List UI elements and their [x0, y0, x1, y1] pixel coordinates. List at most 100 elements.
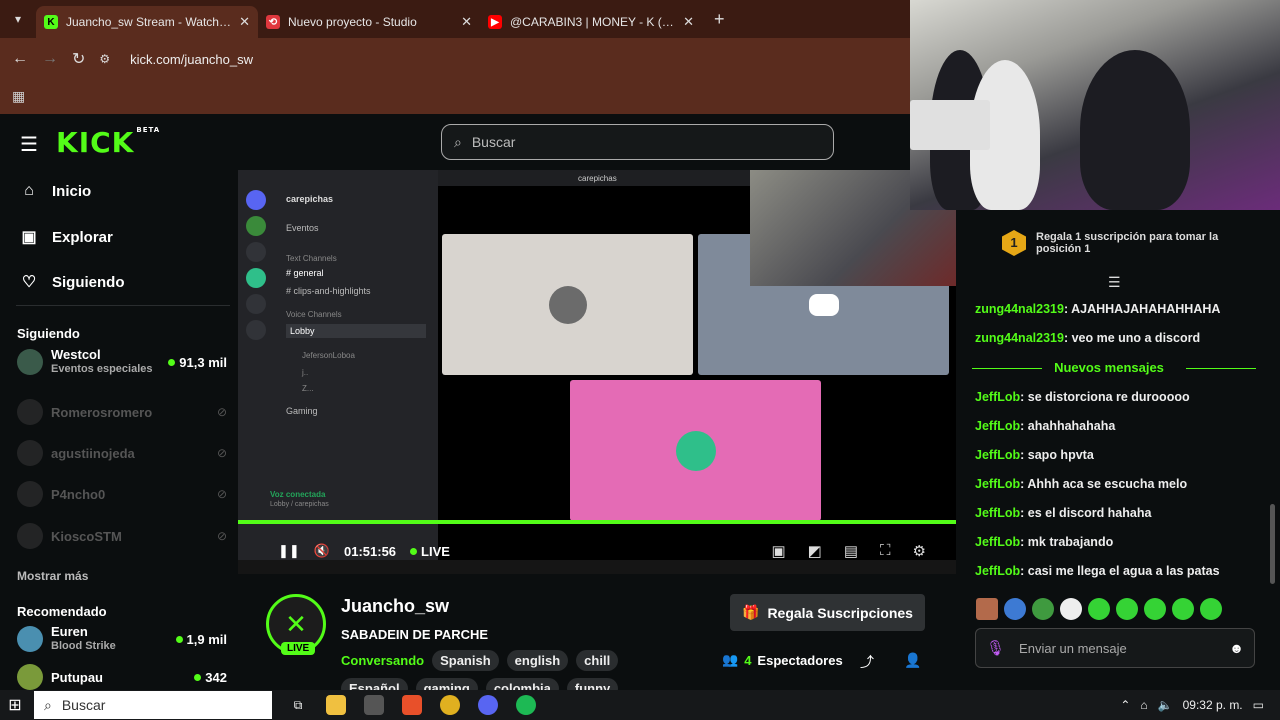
tag[interactable]: Spanish	[432, 650, 499, 671]
viewer-count: 342	[194, 670, 227, 685]
spotify-icon[interactable]	[516, 695, 536, 715]
home-icon: ⌂	[24, 182, 34, 199]
close-tab-icon[interactable]: ✕	[461, 14, 472, 30]
fullscreen-icon[interactable]: ⛶	[880, 542, 891, 560]
forward-icon[interactable]: →	[42, 50, 58, 68]
discord-sidebar: carepichas Eventos Text Channels # gener…	[238, 170, 438, 574]
chat-username[interactable]: JeffLob	[975, 448, 1020, 462]
windows-start-icon[interactable]: ⊞	[0, 690, 30, 720]
network-icon[interactable]: ⌂	[1140, 698, 1147, 712]
chat-username[interactable]: JeffLob	[975, 535, 1020, 549]
hamburger-menu-icon[interactable]: ☰	[20, 132, 38, 157]
url-field[interactable]: kick.com/juancho_sw	[130, 52, 253, 67]
brave-icon[interactable]	[402, 695, 422, 715]
mute-icon[interactable]: 🔇	[314, 543, 330, 559]
clip-icon[interactable]: ◩	[808, 542, 822, 560]
chat-username[interactable]: zung44nal2319	[975, 331, 1064, 345]
volume-icon[interactable]: 🔈	[1158, 698, 1173, 712]
chat-username[interactable]: JeffLob	[975, 564, 1020, 578]
tab-youtube[interactable]: ▶ @CARABIN3 | MONEY - K (Video) ✕	[480, 6, 702, 38]
nav-siguiendo[interactable]: ♡ Siguiendo	[20, 272, 125, 292]
following-item-westcol[interactable]: Westcol Eventos especiales 91,3 mil	[17, 344, 227, 380]
pause-icon[interactable]: ❚❚	[278, 543, 300, 559]
emote-icon[interactable]	[1172, 598, 1194, 620]
emoji-picker-icon[interactable]: ☻	[1229, 640, 1244, 656]
tab-kick[interactable]: K Juancho_sw Stream - Watch Live ✕	[36, 6, 258, 38]
tag[interactable]: english	[506, 650, 569, 671]
following-item-agustiinojeda[interactable]: agustiinojeda ⊘	[17, 435, 227, 471]
emote-icon[interactable]	[1088, 598, 1110, 620]
task-view-icon[interactable]: ⧉	[288, 695, 308, 715]
gift-subs-button[interactable]: 🎁 Regala Suscripciones	[730, 594, 925, 631]
chat-panel: 1 Regala 1 suscripción para tomar la pos…	[956, 210, 1280, 690]
emote-icon[interactable]	[1200, 598, 1222, 620]
new-tab-icon[interactable]: +	[702, 9, 725, 30]
chat-message: JeffLob: sapo hpvta	[975, 448, 1094, 462]
nav-label: Siguiendo	[52, 273, 125, 291]
address-bar: ← → ↻ ⚙ kick.com/juancho_sw	[0, 38, 910, 80]
emote-icon[interactable]	[976, 598, 998, 620]
progress-bar[interactable]	[238, 520, 956, 524]
tab-list-button[interactable]: ▾	[0, 0, 36, 38]
gift-leaderboard[interactable]: 1 Regala 1 suscripción para tomar la pos…	[1002, 230, 1262, 256]
chat-username[interactable]: JeffLob	[975, 390, 1020, 404]
video-player[interactable]: carepichas Eventos Text Channels # gener…	[238, 170, 956, 574]
nav-inicio[interactable]: ⌂ Inicio	[20, 182, 91, 200]
category-link[interactable]: Conversando	[341, 653, 424, 668]
search-input[interactable]: ⌕ Buscar	[441, 124, 834, 160]
chat-username[interactable]: zung44nal2319	[975, 302, 1064, 316]
chat-username[interactable]: JeffLob	[975, 506, 1020, 520]
recommended-item-putupau[interactable]: Putupau 342	[17, 663, 227, 691]
kick-logo[interactable]: KICK BETA	[56, 126, 160, 159]
close-tab-icon[interactable]: ✕	[683, 14, 694, 30]
system-tray: ⌃ ⌂ 🔈 09:32 p. m. ▭	[1120, 690, 1264, 720]
emote-icon[interactable]	[1032, 598, 1054, 620]
new-messages-divider: Nuevos mensajes	[956, 360, 1262, 375]
chevron-up-icon[interactable]: ⌃	[1120, 698, 1130, 712]
apps-grid-icon[interactable]: ▦	[12, 88, 25, 105]
theater-mode-icon[interactable]: ▤	[844, 542, 858, 560]
recommended-item-euren[interactable]: Euren Blood Strike 1,9 mil	[17, 621, 227, 657]
pip-icon[interactable]: ▣	[771, 542, 785, 560]
kick-favicon-icon: K	[44, 15, 58, 29]
app-icon[interactable]	[364, 695, 384, 715]
chat-input-placeholder: Enviar un mensaje	[1019, 640, 1127, 656]
close-tab-icon[interactable]: ✕	[239, 14, 250, 30]
file-explorer-icon[interactable]	[326, 695, 346, 715]
back-icon[interactable]: ←	[12, 50, 28, 68]
tab-studio[interactable]: ⟲ Nuevo proyecto - Studio ✕	[258, 6, 480, 38]
follow-user-icon[interactable]: 👤	[904, 652, 921, 669]
viewer-count: 👥 4 Espectadores	[722, 652, 843, 668]
site-info-icon[interactable]: ⚙	[99, 52, 110, 66]
nav-explorar[interactable]: ▣ Explorar	[20, 227, 112, 247]
following-item-romerosromero[interactable]: Romerosromero ⊘	[17, 394, 227, 430]
emote-icon[interactable]	[1004, 598, 1026, 620]
emote-icon[interactable]	[1116, 598, 1138, 620]
emote-icon[interactable]	[1144, 598, 1166, 620]
settings-gear-icon[interactable]: ⚙	[913, 542, 926, 560]
chat-username[interactable]: JeffLob	[975, 419, 1020, 433]
emote-bar	[976, 598, 1222, 620]
heart-icon: ♡	[21, 274, 37, 291]
microphone-icon[interactable]: 🎙	[986, 639, 1005, 657]
emote-icon[interactable]	[1060, 598, 1082, 620]
collapse-pinned-icon[interactable]: ☰	[1108, 274, 1121, 291]
show-more-link[interactable]: Mostrar más	[17, 569, 88, 583]
notifications-icon[interactable]: ▭	[1253, 698, 1264, 712]
following-item-kioscostm[interactable]: KioscoSTM ⊘	[17, 518, 227, 554]
taskbar-search[interactable]: ⌕ Buscar	[34, 691, 272, 719]
browser-tab-bar: ▾ K Juancho_sw Stream - Watch Live ✕ ⟲ N…	[0, 0, 910, 38]
chat-username[interactable]: JeffLob	[975, 477, 1020, 491]
share-icon[interactable]: ⤴	[860, 652, 874, 672]
channel-name: general	[293, 268, 324, 278]
chat-input[interactable]: 🎙 Enviar un mensaje ☻	[975, 628, 1255, 668]
tag[interactable]: chill	[576, 650, 619, 671]
following-item-p4ncho0[interactable]: P4ncho0 ⊘	[17, 476, 227, 512]
reload-icon[interactable]: ↻	[72, 49, 85, 69]
discord-icon[interactable]	[478, 695, 498, 715]
scrollbar[interactable]	[1270, 504, 1275, 584]
channel-name[interactable]: Juancho_sw	[341, 596, 449, 617]
clock[interactable]: 09:32 p. m.	[1183, 698, 1243, 712]
server-icon	[246, 242, 266, 262]
chrome-icon[interactable]	[440, 695, 460, 715]
